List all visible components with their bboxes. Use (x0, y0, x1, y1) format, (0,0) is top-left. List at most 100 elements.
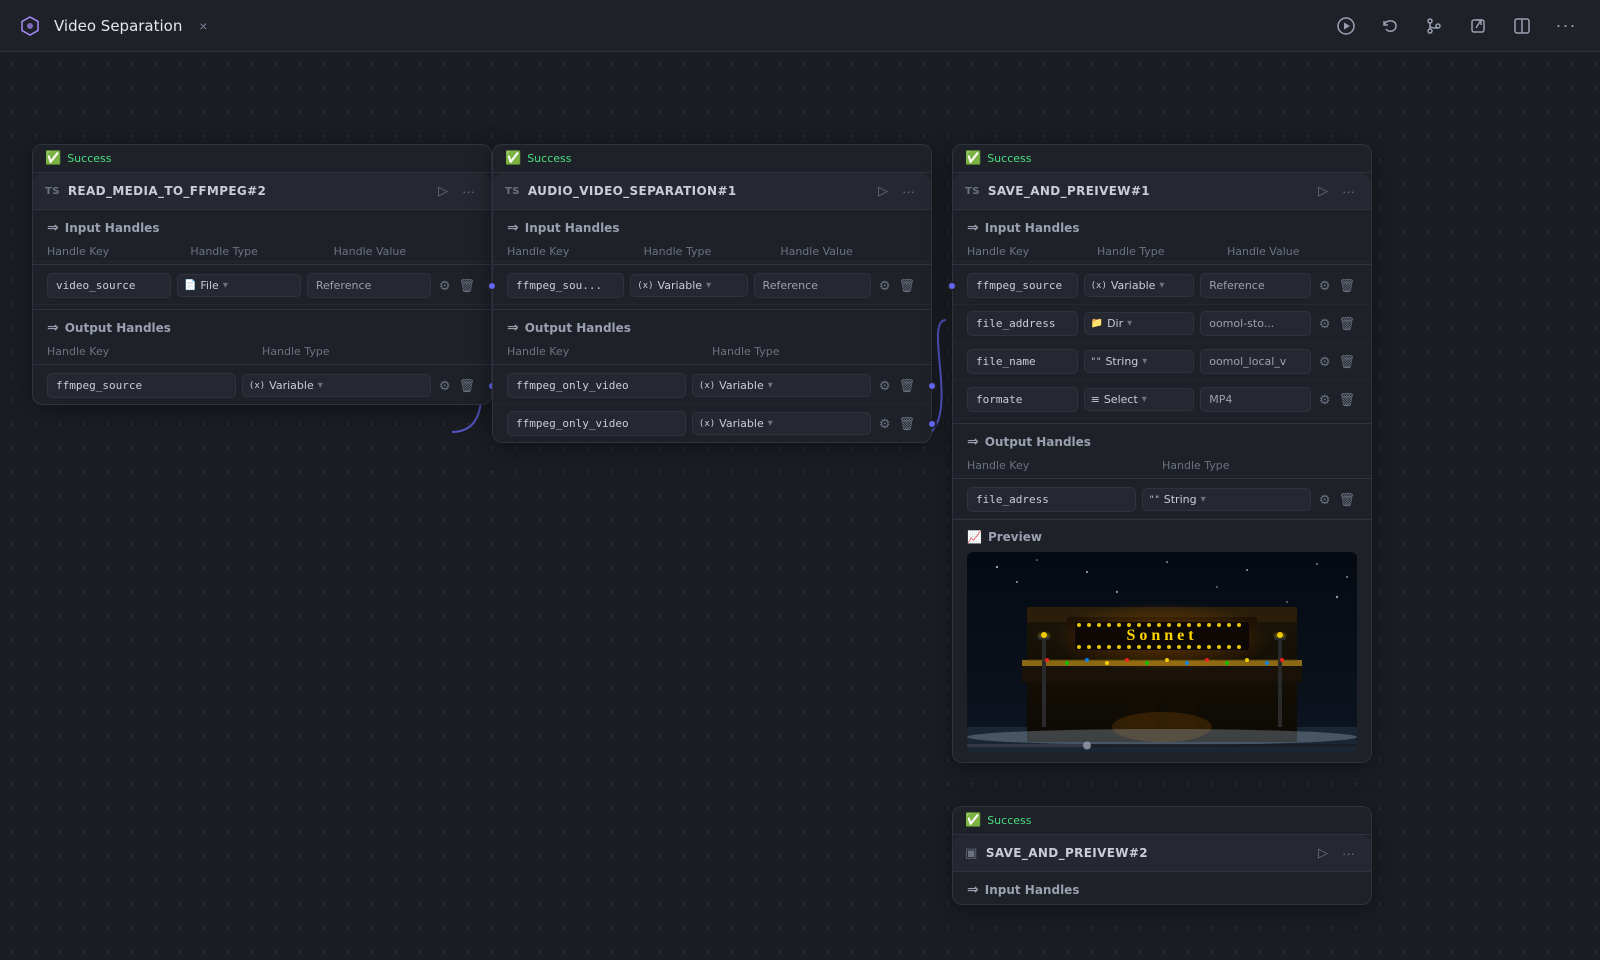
node3-input-value-1: oomol-sto... (1200, 311, 1311, 336)
node4-input-section: ⇒ Input Handles (953, 872, 1371, 904)
node3-settings-btn-2[interactable]: ⚙ (1317, 352, 1333, 372)
node1-status-badge: ✅ Success (33, 145, 491, 173)
node4-run-btn[interactable]: ▷ (1314, 843, 1332, 863)
panel-toggle-button[interactable] (1504, 8, 1540, 44)
node2-settings-btn-0[interactable]: ⚙ (877, 276, 893, 296)
chevron-down-icon: ▾ (1142, 394, 1147, 405)
chevron-down-icon: ▾ (318, 380, 323, 391)
node2-output-connector-0 (927, 381, 937, 391)
chart-icon: 📈 (967, 530, 982, 544)
more-options-button[interactable]: ··· (1548, 8, 1584, 44)
node2-run-btn[interactable]: ▷ (874, 181, 892, 201)
node3-run-btn[interactable]: ▷ (1314, 181, 1332, 201)
node3-output-col-headers: Handle Key Handle Type (953, 456, 1371, 476)
node1-output-col-headers: Handle Key Handle Type (33, 342, 491, 362)
node3-input-key-3: formate (967, 387, 1078, 412)
node1-output-delete-btn-0[interactable]: 🗑 (456, 376, 477, 396)
node1-input-type-0[interactable]: 📄 File ▾ (177, 274, 301, 297)
node1-header-right: ▷ ··· (434, 181, 479, 201)
node2-output-delete-btn-1[interactable]: 🗑 (896, 414, 917, 434)
node1-input-actions-0: ⚙ 🗑 (437, 276, 477, 296)
node2-input-connector (487, 281, 497, 291)
node1-run-btn[interactable]: ▷ (434, 181, 452, 201)
node3-delete-btn-3[interactable]: 🗑 (1336, 390, 1357, 410)
node3-settings-btn-1[interactable]: ⚙ (1317, 314, 1333, 334)
node3-input-type-2[interactable]: "" String ▾ (1084, 350, 1195, 373)
chevron-down-icon: ▾ (1142, 356, 1147, 367)
node3-title: SAVE_AND_PREIVEW#1 (988, 184, 1150, 198)
node1-output-row-0: ffmpeg_source (x) Variable ▾ ⚙ 🗑 (33, 367, 491, 404)
node3-input-type-0[interactable]: (x) Variable ▾ (1084, 274, 1195, 297)
node3-input-type-3[interactable]: ≡ Select ▾ (1084, 388, 1195, 411)
node3-preview-section: 📈 Preview (953, 519, 1371, 762)
export-button[interactable] (1460, 8, 1496, 44)
node1-header-left: TS READ_MEDIA_TO_FFMPEG#2 (45, 184, 266, 198)
node2-header-left: TS AUDIO_VIDEO_SEPARATION#1 (505, 184, 737, 198)
node-save-preview-2: ✅ Success ▣ SAVE_AND_PREIVEW#2 ▷ ··· ⇒ I… (952, 806, 1372, 905)
node2-input-type-0[interactable]: (x) Variable ▾ (630, 274, 747, 297)
node3-output-delete-btn-0[interactable]: 🗑 (1336, 490, 1357, 510)
node4-more-btn[interactable]: ··· (1338, 844, 1359, 863)
node3-output-type-0[interactable]: "" String ▾ (1142, 488, 1311, 511)
node3-input-key-0: ffmpeg_source (967, 273, 1078, 298)
node2-output-actions-0: ⚙ 🗑 (877, 376, 917, 396)
node3-status-badge: ✅ Success (953, 145, 1371, 173)
node2-output-col-headers: Handle Key Handle Type (493, 342, 931, 362)
node3-input-row-2: file_name "" String ▾ oomol_local_v ⚙ 🗑 (953, 343, 1371, 381)
node4-header: ▣ SAVE_AND_PREIVEW#2 ▷ ··· (953, 835, 1371, 872)
node1-output-key-0: ffmpeg_source (47, 373, 236, 398)
node3-settings-btn-0[interactable]: ⚙ (1317, 276, 1333, 296)
file-type-icon: 📄 (184, 280, 196, 291)
node2-output-type-1[interactable]: (x) Variable ▾ (692, 412, 871, 435)
node2-more-btn[interactable]: ··· (898, 182, 919, 201)
node4-header-right: ▷ ··· (1314, 843, 1359, 863)
node2-output-delete-btn-0[interactable]: 🗑 (896, 376, 917, 396)
node1-delete-btn-0[interactable]: 🗑 (456, 276, 477, 296)
theater-scene-svg: Sonnet (967, 552, 1357, 752)
topbar: Video Separation × (0, 0, 1600, 52)
node2-output-settings-btn-1[interactable]: ⚙ (877, 414, 893, 434)
svg-text:Sonnet: Sonnet (1126, 627, 1197, 644)
topbar-actions: ··· (1328, 8, 1584, 44)
node3-settings-btn-3[interactable]: ⚙ (1317, 390, 1333, 410)
node3-output-key-0: file_adress (967, 487, 1136, 512)
close-tab-button[interactable]: × (192, 15, 214, 37)
node2-delete-btn-0[interactable]: 🗑 (896, 276, 917, 296)
node3-input-col-headers: Handle Key Handle Type Handle Value (953, 242, 1371, 262)
node3-header-left: TS SAVE_AND_PREIVEW#1 (965, 184, 1150, 198)
node1-input-row-0: video_source 📄 File ▾ Reference ⚙ 🗑 (33, 267, 491, 305)
run-button[interactable] (1328, 8, 1364, 44)
node3-delete-btn-2[interactable]: 🗑 (1336, 352, 1357, 372)
node2-output-type-0[interactable]: (x) Variable ▾ (692, 374, 871, 397)
node3-output-settings-btn-0[interactable]: ⚙ (1317, 490, 1333, 510)
node2-header: TS AUDIO_VIDEO_SEPARATION#1 ▷ ··· (493, 173, 931, 210)
branch-button[interactable] (1416, 8, 1452, 44)
workflow-canvas[interactable]: ✅ Success TS READ_MEDIA_TO_FFMPEG#2 ▷ ··… (0, 52, 1600, 960)
node1-settings-btn-0[interactable]: ⚙ (437, 276, 453, 296)
node3-more-btn[interactable]: ··· (1338, 182, 1359, 201)
node1-output-section: ⇒ Output Handles (33, 309, 491, 342)
node2-input-actions-0: ⚙ 🗑 (877, 276, 917, 296)
app-logo-icon (16, 12, 44, 40)
node3-delete-btn-1[interactable]: 🗑 (1336, 314, 1357, 334)
node1-more-btn[interactable]: ··· (458, 182, 479, 201)
node2-output-key-0: ffmpeg_only_video (507, 373, 686, 398)
node3-preview-header: 📈 Preview (967, 530, 1357, 544)
chevron-down-icon: ▾ (1127, 318, 1132, 329)
node-save-preview: ✅ Success TS SAVE_AND_PREIVEW#1 ▷ ··· ⇒ … (952, 144, 1372, 763)
undo-button[interactable] (1372, 8, 1408, 44)
node3-input-value-3: MP4 (1200, 387, 1311, 412)
node1-output-settings-btn-0[interactable]: ⚙ (437, 376, 453, 396)
node1-output-type-0[interactable]: (x) Variable ▾ (242, 374, 431, 397)
node1-input-section: ⇒ Input Handles (33, 210, 491, 242)
node3-input-key-2: file_name (967, 349, 1078, 374)
chevron-down-icon: ▾ (1159, 280, 1164, 291)
node3-input-type-1[interactable]: 📁 Dir ▾ (1084, 312, 1195, 335)
node2-output-settings-btn-0[interactable]: ⚙ (877, 376, 893, 396)
node2-output-actions-1: ⚙ 🗑 (877, 414, 917, 434)
node3-input-key-1: file_address (967, 311, 1078, 336)
node3-input-actions-0: ⚙ 🗑 (1317, 276, 1357, 296)
node3-input-actions-2: ⚙ 🗑 (1317, 352, 1357, 372)
node3-delete-btn-0[interactable]: 🗑 (1336, 276, 1357, 296)
node2-type: TS (505, 186, 520, 197)
